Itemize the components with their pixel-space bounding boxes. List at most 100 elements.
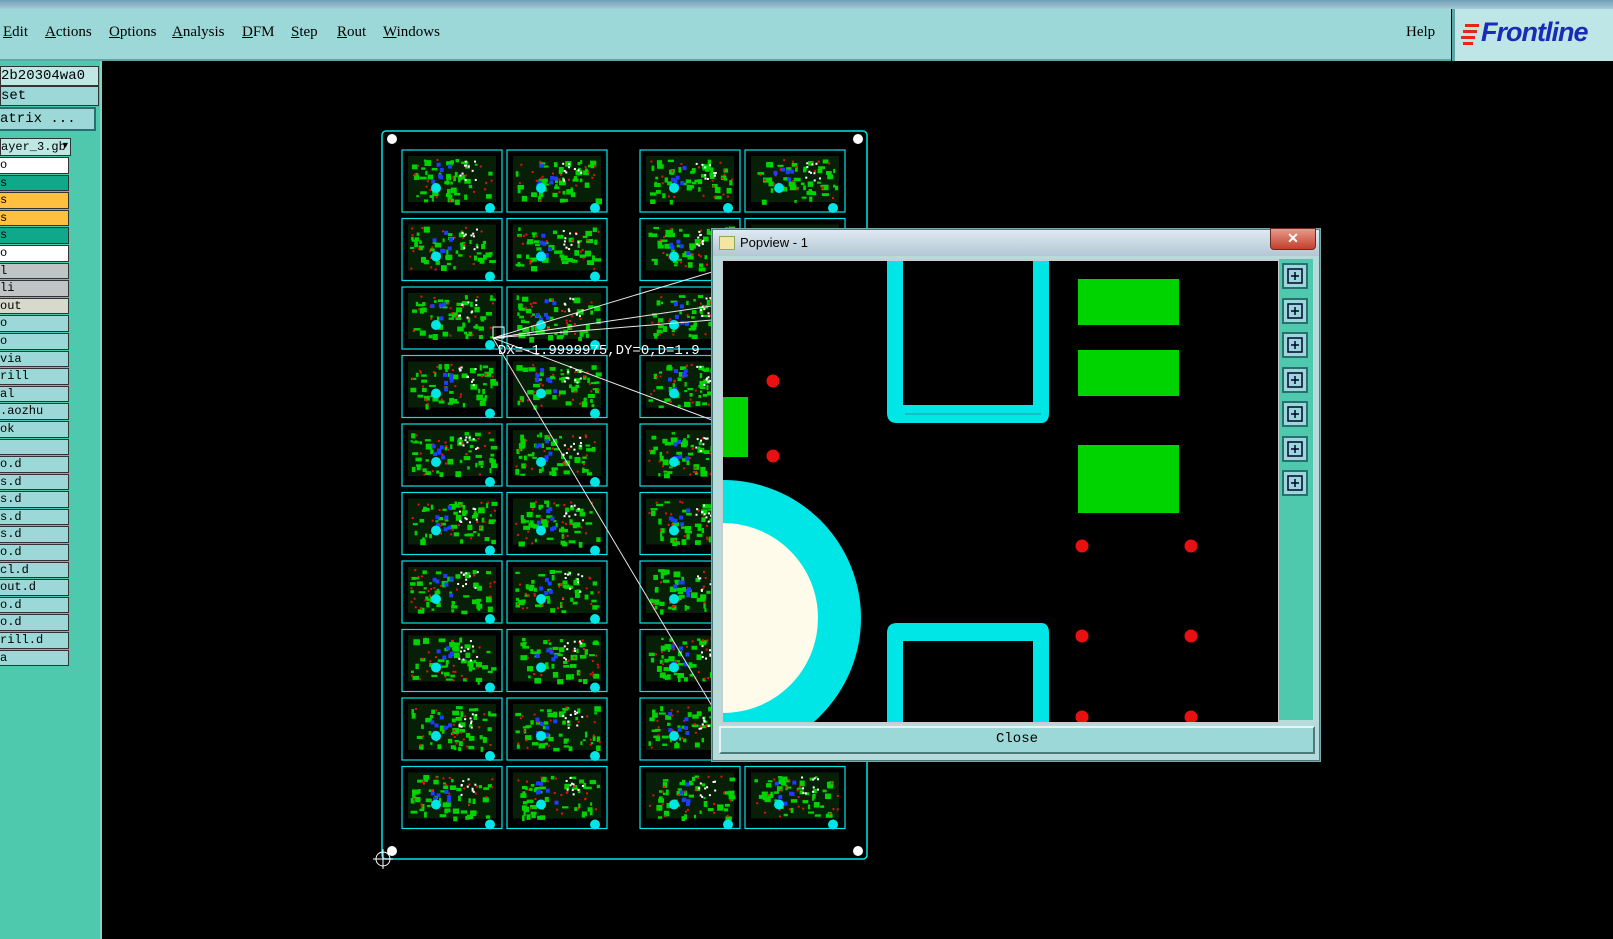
step-name-field[interactable]: set: [0, 86, 99, 106]
layer-row[interactable]: cl.d: [0, 561, 69, 579]
smd-pad: [527, 788, 530, 791]
copper-pad: [818, 166, 825, 169]
copper-pad: [516, 744, 520, 749]
menu-rout[interactable]: Rout: [337, 24, 366, 41]
layer-row[interactable]: o.d: [0, 544, 69, 561]
popview-window[interactable]: Popview - 1 ✕ Close: [585, 228, 1320, 761]
smd-pad: [411, 377, 414, 380]
layer-row[interactable]: s: [0, 209, 69, 227]
layer-row[interactable]: o: [0, 157, 69, 174]
copper-pad: [663, 473, 670, 479]
close-icon[interactable]: ✕: [1270, 228, 1316, 250]
layer-row[interactable]: rill: [0, 368, 69, 385]
copper-pad: [654, 183, 661, 187]
silk-dot: [701, 240, 704, 243]
layer-row[interactable]: o.d: [0, 614, 69, 632]
menu-dfm[interactable]: DFM: [242, 24, 275, 41]
pan-up-icon[interactable]: [1282, 297, 1308, 324]
zoom-fit-icon[interactable]: [1282, 435, 1308, 462]
via: [541, 233, 546, 238]
smd-pad: [452, 679, 455, 682]
layer-row[interactable]: out: [0, 297, 69, 315]
via: [668, 712, 673, 717]
copper-pad: [697, 179, 703, 185]
silk-dot: [472, 384, 475, 387]
menu-options[interactable]: Options: [109, 24, 157, 41]
smd-pad: [461, 442, 464, 445]
copper-pad: [806, 190, 814, 195]
layer-row[interactable]: [0, 438, 69, 456]
matrix-button[interactable]: atrix ...: [0, 107, 96, 131]
layer-row[interactable]: li: [0, 280, 69, 297]
smd-pad: [411, 227, 414, 230]
layer-row[interactable]: rill.d: [0, 632, 69, 649]
copper-pad: [436, 470, 440, 474]
copper-pad: [417, 303, 424, 307]
silk-dot: [579, 436, 582, 439]
copper-pad: [520, 473, 526, 476]
smd-pad: [429, 250, 432, 253]
pan-right-icon[interactable]: [1282, 401, 1308, 427]
copper-pad: [660, 536, 664, 542]
layer-row[interactable]: s: [0, 192, 69, 209]
silk-dot: [572, 298, 575, 301]
copper-pad: [438, 364, 442, 370]
smd-pad: [560, 583, 563, 586]
layer-row[interactable]: ok: [0, 420, 69, 438]
smd-pad: [654, 653, 657, 656]
pcb-unit: [401, 217, 503, 282]
layer-row[interactable]: via: [0, 350, 69, 368]
layer-row[interactable]: o.d: [0, 456, 69, 473]
layer-row[interactable]: o.d: [0, 596, 69, 614]
layer-row[interactable]: a: [0, 649, 69, 667]
popview-close-button[interactable]: Close: [719, 726, 1315, 754]
copper-pad: [470, 810, 477, 816]
pan-left-icon[interactable]: [1282, 366, 1308, 393]
menu-windows[interactable]: Windows: [383, 24, 440, 41]
copper-pad: [587, 260, 595, 266]
smd-pad: [672, 333, 675, 336]
layer-row[interactable]: s: [0, 174, 69, 192]
via: [439, 715, 444, 720]
via: [448, 375, 453, 380]
copper-pad: [664, 675, 668, 680]
layer-row[interactable]: o: [0, 315, 69, 332]
popview-canvas[interactable]: [585, 259, 1280, 756]
zoom-window-icon[interactable]: [1282, 263, 1308, 289]
layer-row[interactable]: .aozhu: [0, 403, 69, 420]
layer-row[interactable]: s.d: [0, 526, 69, 544]
menu-actions[interactable]: Actions: [45, 24, 92, 41]
menu-help[interactable]: Help: [1406, 24, 1435, 41]
copper-pad: [459, 459, 463, 464]
pcb-unit: [506, 217, 608, 282]
via: [552, 526, 557, 531]
layer-row[interactable]: s.d: [0, 473, 69, 491]
copper-pad: [684, 382, 687, 387]
copper-pad: [479, 735, 483, 740]
menu-edit[interactable]: Edit: [3, 24, 28, 41]
via: [550, 175, 555, 180]
copper-pad: [702, 402, 707, 406]
pan-down-icon[interactable]: [1282, 332, 1308, 358]
job-name-field[interactable]: 2b20304wa0: [0, 66, 99, 86]
zoom-home-icon[interactable]: [1282, 470, 1308, 496]
layer-row[interactable]: al: [0, 385, 69, 403]
unit-body: [513, 567, 601, 613]
layer-row[interactable]: s.d: [0, 508, 69, 526]
layer-row[interactable]: o: [0, 332, 69, 350]
popview-titlebar[interactable]: Popview - 1 ✕: [713, 228, 1319, 256]
layer-row[interactable]: out.d: [0, 579, 69, 596]
active-layer-select[interactable]: ayer_3.gb ▾: [0, 138, 71, 156]
layer-row[interactable]: s: [0, 227, 69, 244]
menu-step[interactable]: Step: [291, 24, 318, 41]
layer-row[interactable]: l: [0, 262, 69, 280]
copper-pad: [555, 570, 562, 573]
menu-analysis[interactable]: Analysis: [172, 24, 225, 41]
red-pad: [1184, 629, 1198, 643]
layer-row[interactable]: o: [0, 244, 69, 262]
layer-row[interactable]: s.d: [0, 491, 69, 508]
copper-pad: [575, 178, 579, 182]
smd-pad: [410, 600, 413, 603]
copper-pad: [591, 365, 597, 370]
smd-pad: [455, 742, 458, 745]
